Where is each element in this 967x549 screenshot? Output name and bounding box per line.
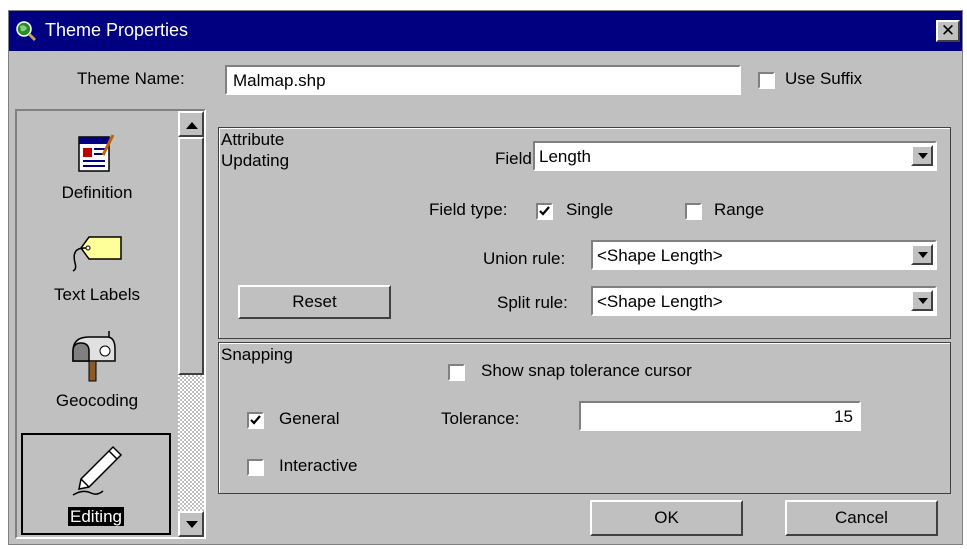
sidebar-item-label: Editing <box>68 507 124 526</box>
theme-name-label: Theme Name: <box>77 69 185 88</box>
tolerance-value: 15 <box>834 407 853 426</box>
sidebar-item-label-wrap: Editing <box>23 507 169 527</box>
split-rule-combobox[interactable]: <Shape Length> <box>591 286 937 316</box>
cancel-button[interactable]: Cancel <box>785 500 938 536</box>
definition-icon <box>75 133 117 180</box>
tolerance-input[interactable]: 15 <box>579 401 861 431</box>
ok-label: OK <box>654 508 679 527</box>
field-value: Length <box>539 147 591 166</box>
interactive-label: Interactive <box>279 456 358 475</box>
union-rule-label: Union rule: <box>483 249 566 268</box>
title-bar[interactable]: Theme Properties ✕ <box>9 11 962 51</box>
sidebar-item-text-labels[interactable]: Text Labels <box>17 219 177 319</box>
chevron-down-icon <box>918 153 928 159</box>
checkmark-icon <box>250 415 261 425</box>
field-type-label: Field type: <box>429 200 508 219</box>
chevron-down-icon <box>918 298 928 304</box>
interactive-checkbox[interactable] <box>247 459 264 476</box>
single-checkbox[interactable] <box>536 203 553 220</box>
text-labels-icon <box>67 229 127 278</box>
union-rule-value: <Shape Length> <box>597 246 723 265</box>
sidebar-item-label: Definition <box>61 183 133 202</box>
range-checkbox[interactable] <box>685 203 702 220</box>
split-rule-label: Split rule: <box>497 293 568 312</box>
sidebar-item-label: Geocoding <box>55 391 139 410</box>
theme-name-value: Malmap.shp <box>233 71 326 90</box>
sidebar-item-geocoding[interactable]: Geocoding <box>17 321 177 425</box>
show-snap-cursor-label: Show snap tolerance cursor <box>481 361 692 380</box>
sidebar-item-label: Text Labels <box>54 285 140 304</box>
sidebar: Definition Text Labels Geocoding Editing <box>15 109 206 539</box>
field-label: Field: <box>495 149 537 168</box>
field-combobox[interactable]: Length <box>533 141 937 171</box>
ok-button[interactable]: OK <box>590 500 743 536</box>
chevron-down-icon <box>918 252 928 258</box>
scroll-thumb[interactable] <box>178 137 204 375</box>
theme-name-input[interactable]: Malmap.shp <box>225 65 741 95</box>
tolerance-label: Tolerance: <box>441 409 520 428</box>
single-label: Single <box>566 200 614 219</box>
snapping-label: Snapping <box>221 345 293 364</box>
union-rule-dropdown-button[interactable] <box>911 244 933 265</box>
down-arrow-icon <box>186 521 198 528</box>
general-checkbox[interactable] <box>247 412 264 429</box>
theme-properties-dialog: Theme Properties ✕ Theme Name: Malmap.sh… <box>8 10 963 545</box>
range-label: Range <box>714 200 765 219</box>
split-rule-dropdown-button[interactable] <box>911 290 933 311</box>
sidebar-item-editing[interactable]: Editing <box>21 433 171 535</box>
close-icon: ✕ <box>940 21 956 40</box>
close-button[interactable]: ✕ <box>936 20 960 42</box>
up-arrow-icon <box>186 122 198 129</box>
sidebar-item-definition[interactable]: Definition <box>17 119 177 219</box>
scroll-up-button[interactable] <box>178 111 204 137</box>
sidebar-scrollbar[interactable] <box>178 111 204 537</box>
reset-label: Reset <box>292 292 337 311</box>
attribute-updating-label-line2: Updating <box>221 151 290 170</box>
globe-magnifier-icon <box>15 20 37 42</box>
editing-icon <box>69 443 125 504</box>
field-dropdown-button[interactable] <box>911 145 933 166</box>
general-label: General <box>279 409 340 428</box>
use-suffix-checkbox[interactable] <box>758 72 775 89</box>
reset-button[interactable]: Reset <box>238 285 391 319</box>
attribute-updating-label-line1: Attribute <box>221 130 285 149</box>
geocoding-icon <box>67 331 119 388</box>
checkmark-icon <box>539 206 550 216</box>
use-suffix-label: Use Suffix <box>785 69 863 88</box>
window-title: Theme Properties <box>45 20 189 40</box>
scroll-down-button[interactable] <box>178 511 204 537</box>
union-rule-combobox[interactable]: <Shape Length> <box>591 240 937 270</box>
cancel-label: Cancel <box>835 508 888 527</box>
show-snap-cursor-checkbox[interactable] <box>448 364 465 381</box>
split-rule-value: <Shape Length> <box>597 292 723 311</box>
